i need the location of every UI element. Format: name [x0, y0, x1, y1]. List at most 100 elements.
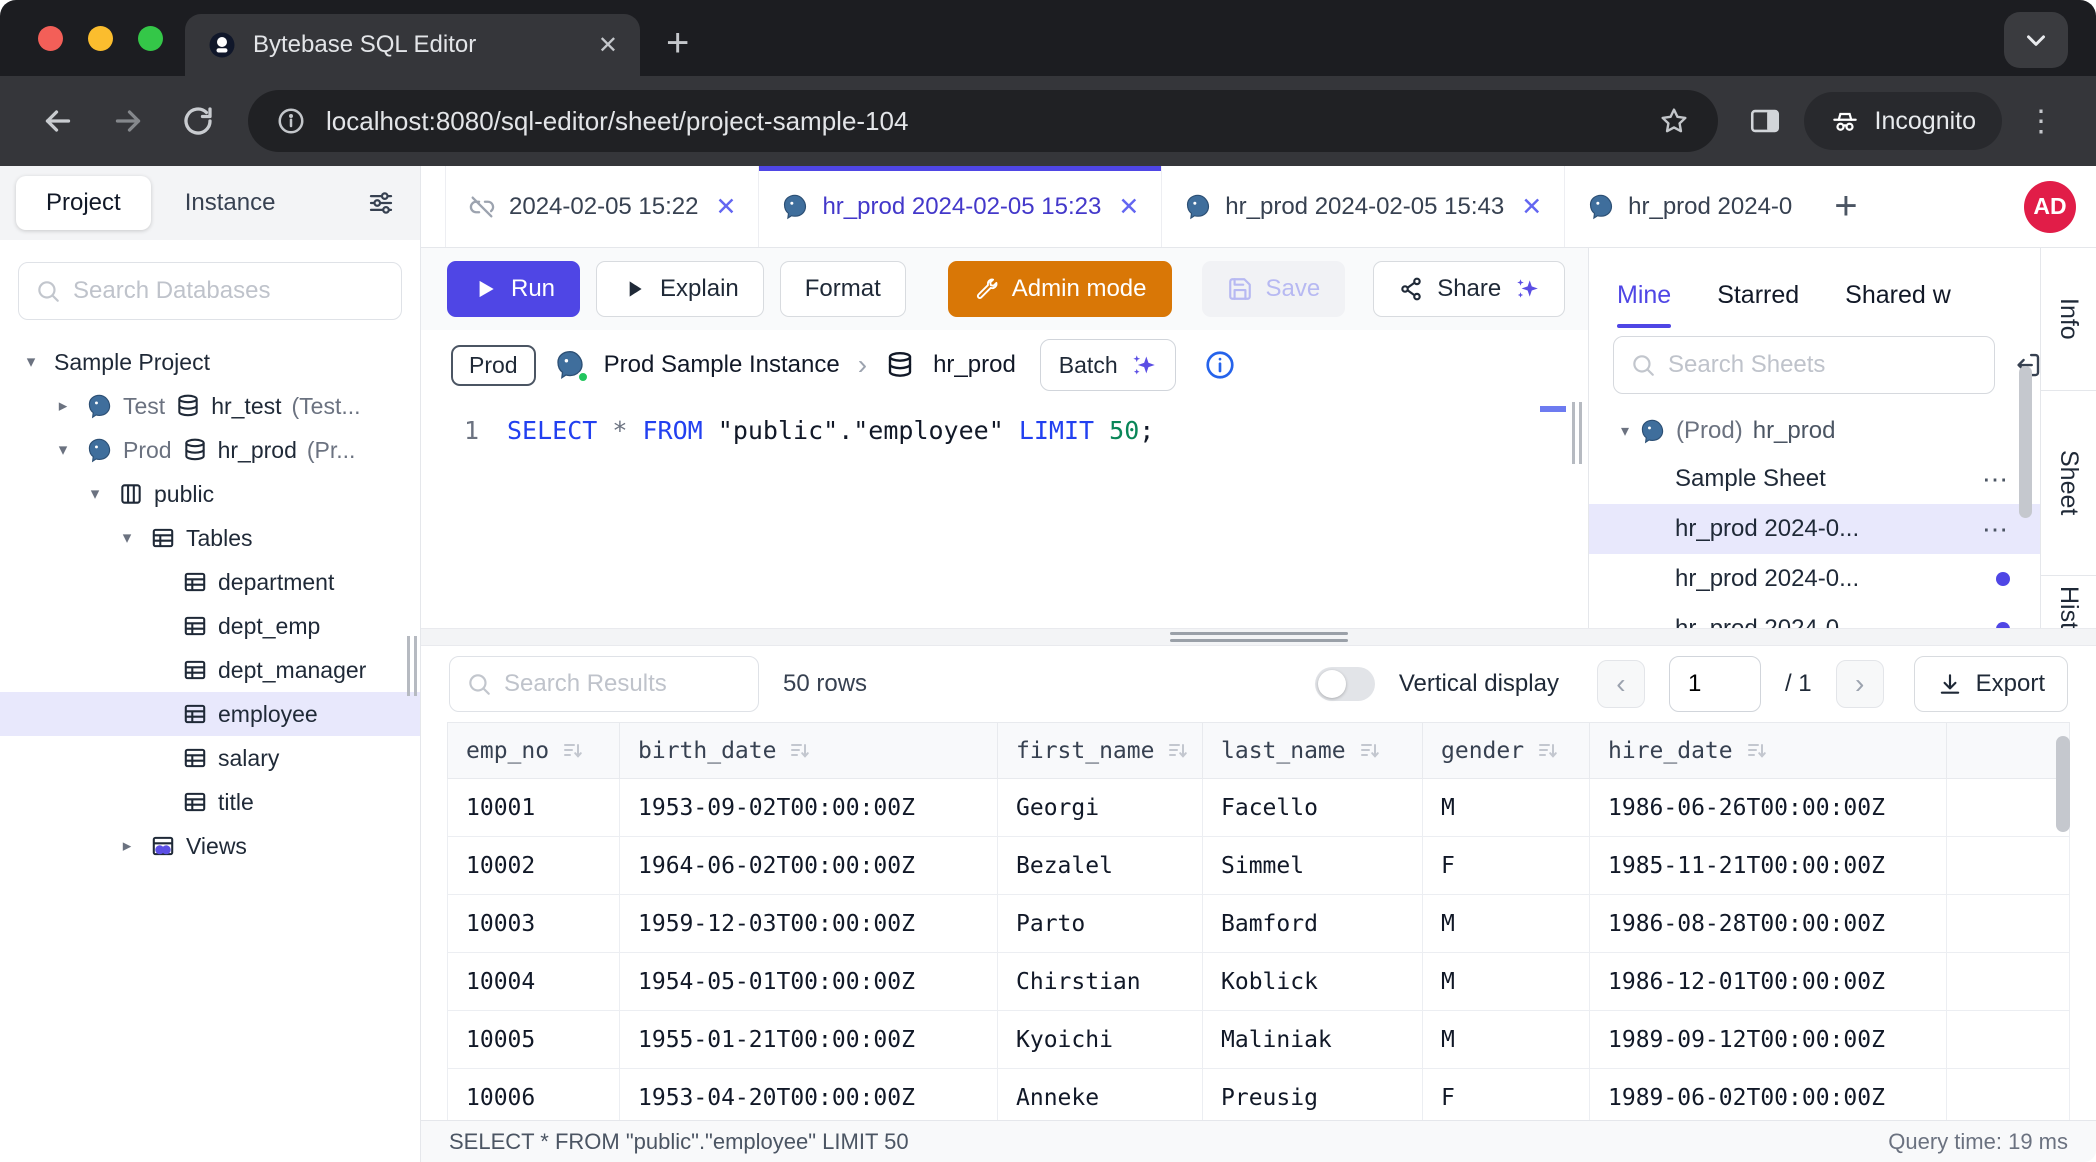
close-tab-icon[interactable]: ✕ — [598, 31, 618, 60]
environment-chip[interactable]: Prod — [451, 345, 536, 386]
maximize-window-button[interactable] — [138, 26, 163, 51]
tree-item-dept-emp[interactable]: dept_emp — [0, 604, 420, 648]
forward-icon[interactable] — [100, 103, 156, 139]
url-bar[interactable]: localhost:8080/sql-editor/sheet/project-… — [248, 90, 1718, 152]
table-row[interactable]: 100031959-12-03T00:00:00ZPartoBamfordM19… — [448, 895, 2070, 953]
tree-item-sample-project[interactable]: ▾Sample Project — [0, 340, 420, 384]
window-controls[interactable] — [38, 26, 163, 51]
site-info-icon[interactable] — [276, 106, 306, 136]
side-panel-icon[interactable] — [1740, 104, 1790, 138]
column-header-last-name[interactable]: last_name — [1203, 723, 1423, 779]
caret-down-icon[interactable]: ▾ — [50, 440, 76, 460]
tree-item-tables[interactable]: ▾Tables — [0, 516, 420, 560]
export-button[interactable]: Export — [1914, 656, 2068, 712]
vertical-display-toggle[interactable] — [1315, 667, 1375, 701]
table-row[interactable]: 100051955-01-21T00:00:00ZKyoichiMaliniak… — [448, 1011, 2070, 1069]
results-search[interactable] — [449, 656, 759, 712]
ai-sparkles-icon[interactable] — [1514, 276, 1540, 302]
panel-resize-handle[interactable] — [1572, 402, 1582, 464]
column-header-hire-date[interactable]: hire_date — [1590, 723, 1947, 779]
explain-button[interactable]: Explain — [596, 261, 764, 317]
tree-item-hr-prod[interactable]: ▾Prodhr_prod(Pr... — [0, 428, 420, 472]
sql-line[interactable]: SELECT * FROM "public"."employee" LIMIT … — [507, 416, 1154, 628]
close-tab-icon[interactable]: ✕ — [1521, 192, 1542, 222]
bookmark-star-icon[interactable] — [1658, 105, 1690, 137]
caret-down-icon[interactable]: ▾ — [82, 484, 108, 504]
table-row[interactable]: 100041954-05-01T00:00:00ZChirstianKoblic… — [448, 953, 2070, 1011]
browser-tab[interactable]: Bytebase SQL Editor ✕ — [185, 14, 640, 76]
column-header-birth-date[interactable]: birth_date — [620, 723, 998, 779]
sheet-item[interactable]: Sample Sheet⋯ — [1589, 454, 2040, 504]
right-tab-info[interactable]: Info — [2041, 248, 2096, 390]
tree-item-department[interactable]: department — [0, 560, 420, 604]
back-icon[interactable] — [30, 103, 86, 139]
sheet-item[interactable]: hr_prod 2024-0... — [1589, 554, 2040, 604]
sheet-list-scrollbar[interactable] — [2019, 366, 2032, 518]
next-page-button[interactable]: › — [1836, 660, 1884, 708]
tree-item-public[interactable]: ▾public — [0, 472, 420, 516]
browser-menu-icon[interactable]: ⋮ — [2016, 104, 2066, 139]
caret-down-icon[interactable]: ▾ — [18, 352, 44, 372]
sidebar-resize-handle[interactable] — [407, 636, 417, 696]
tab-search-button[interactable] — [2004, 12, 2068, 68]
page-number-field[interactable] — [1669, 656, 1761, 712]
results-scrollbar[interactable] — [2056, 736, 2070, 832]
batch-button[interactable]: Batch — [1040, 339, 1176, 391]
tree-item-title[interactable]: title — [0, 780, 420, 824]
minimize-window-button[interactable] — [88, 26, 113, 51]
editor-tab-2024-02-05-15-22[interactable]: 2024-02-05 15:22✕ — [445, 166, 759, 247]
share-button[interactable]: Share — [1373, 261, 1565, 317]
sheet-tab-starred[interactable]: Starred — [1717, 281, 1799, 328]
sql-code-editor[interactable]: 1 SELECT * FROM "public"."employee" LIMI… — [421, 400, 1588, 628]
database-search[interactable] — [18, 262, 402, 320]
caret-down-icon[interactable]: ▾ — [1621, 421, 1629, 441]
filter-settings-icon[interactable] — [366, 188, 404, 218]
sheet-search[interactable] — [1613, 336, 1995, 394]
url-text[interactable]: localhost:8080/sql-editor/sheet/project-… — [326, 106, 1638, 137]
tab-instance[interactable]: Instance — [157, 176, 304, 230]
table-row[interactable]: 100021964-06-02T00:00:00ZBezalelSimmelF1… — [448, 837, 2070, 895]
results-search-input[interactable] — [504, 670, 742, 698]
new-tab-button[interactable]: + — [666, 21, 689, 66]
tree-item-hr-test[interactable]: ▸Testhr_test(Test... — [0, 384, 420, 428]
close-tab-icon[interactable]: ✕ — [716, 192, 737, 222]
close-tab-icon[interactable]: ✕ — [1118, 192, 1139, 222]
table-row[interactable]: 100011953-09-02T00:00:00ZGeorgiFacelloM1… — [448, 779, 2070, 837]
sheet-tab-shared-w[interactable]: Shared w — [1845, 281, 1951, 328]
prev-page-button[interactable]: ‹ — [1597, 660, 1645, 708]
right-tab-history[interactable]: History — [2041, 576, 2096, 628]
sheet-menu-icon[interactable]: ⋯ — [1982, 514, 2010, 545]
sheet-tab-mine[interactable]: Mine — [1617, 281, 1671, 328]
column-header-gender[interactable]: gender — [1423, 723, 1590, 779]
results-resize-divider[interactable] — [421, 628, 2096, 646]
database-name[interactable]: hr_prod — [933, 351, 1016, 379]
caret-right-icon[interactable]: ▸ — [50, 396, 76, 416]
admin-mode-button[interactable]: Admin mode — [948, 261, 1172, 317]
info-icon[interactable] — [1204, 349, 1236, 381]
run-button[interactable]: Run — [447, 261, 580, 317]
column-header-first-name[interactable]: first_name — [998, 723, 1203, 779]
table-row[interactable]: 100061953-04-20T00:00:00ZAnnekePreusigF1… — [448, 1069, 2070, 1121]
new-sheet-button[interactable]: + — [1814, 166, 1877, 247]
format-button[interactable]: Format — [780, 261, 906, 317]
page-number-input[interactable] — [1688, 670, 1742, 698]
sheet-search-input[interactable] — [1668, 351, 1978, 379]
tree-item-views[interactable]: ▸Views — [0, 824, 420, 868]
caret-down-icon[interactable]: ▾ — [114, 528, 140, 548]
column-header-emp-no[interactable]: emp_no — [448, 723, 620, 779]
database-search-input[interactable] — [73, 277, 385, 305]
sheet-item[interactable]: hr_prod 2024-0 — [1589, 604, 2040, 628]
editor-tab-hr-prod-2024-02-05-15-43[interactable]: hr_prod 2024-02-05 15:43✕ — [1162, 166, 1565, 247]
instance-name[interactable]: Prod Sample Instance — [604, 351, 840, 379]
right-tab-sheet[interactable]: Sheet — [2041, 390, 2096, 576]
tree-item-employee[interactable]: employee — [0, 692, 420, 736]
tab-project[interactable]: Project — [16, 176, 151, 230]
sheet-menu-icon[interactable]: ⋯ — [1982, 464, 2010, 495]
drag-handle-icon[interactable] — [1170, 632, 1348, 642]
caret-right-icon[interactable]: ▸ — [114, 836, 140, 856]
close-window-button[interactable] — [38, 26, 63, 51]
tree-item-dept-manager[interactable]: dept_manager — [0, 648, 420, 692]
editor-tab-hr-prod-2024-0[interactable]: hr_prod 2024-0 — [1565, 166, 1814, 247]
sheet-group[interactable]: ▾(Prod)hr_prod — [1589, 408, 2040, 454]
tree-item-salary[interactable]: salary — [0, 736, 420, 780]
